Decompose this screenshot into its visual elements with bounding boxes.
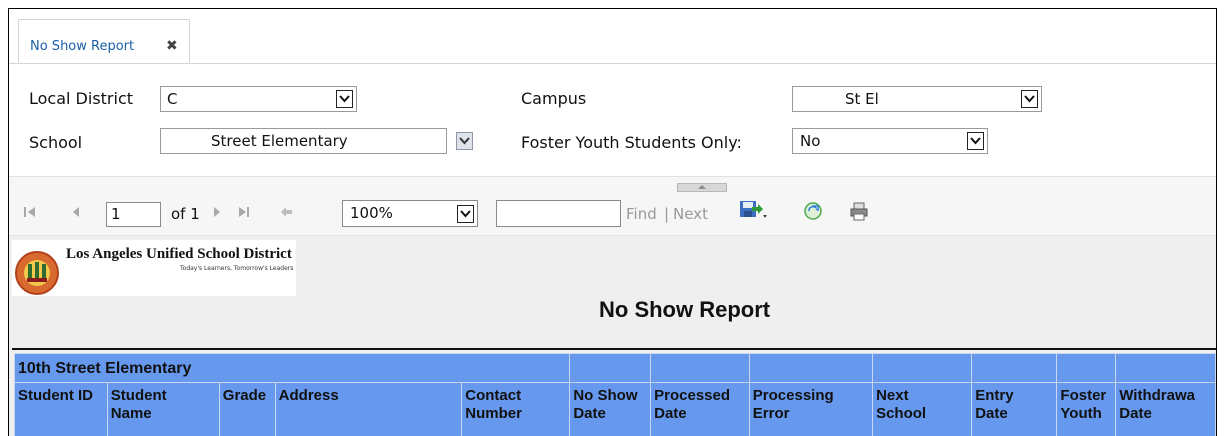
group-header-row: 10th Street Elementary bbox=[15, 354, 1216, 383]
tab-label: No Show Report bbox=[30, 39, 134, 54]
report-toolbar: 1 of 1 100% Find | Next bbox=[9, 177, 1216, 236]
local-district-select[interactable]: C bbox=[160, 86, 357, 112]
refresh-icon[interactable] bbox=[804, 202, 822, 224]
empty-cell bbox=[1116, 354, 1216, 383]
column-header-line: Foster bbox=[1060, 387, 1106, 404]
column-header-line: Date bbox=[654, 405, 687, 422]
column-header[interactable]: No ShowDate bbox=[570, 383, 651, 436]
empty-cell bbox=[972, 354, 1057, 383]
column-header-line: Youth bbox=[1060, 405, 1101, 422]
column-header[interactable]: Address bbox=[275, 383, 462, 436]
zoom-select[interactable]: 100% bbox=[342, 200, 478, 227]
campus-value: St El bbox=[845, 90, 879, 108]
tab-no-show-report[interactable]: No Show Report ✖ bbox=[18, 19, 190, 63]
column-header-line: Grade bbox=[223, 387, 266, 404]
school-select[interactable]: Street Elementary bbox=[160, 128, 447, 154]
column-header[interactable]: FosterYouth bbox=[1057, 383, 1116, 436]
column-header-line: Entry bbox=[975, 387, 1013, 404]
foster-youth-label: Foster Youth Students Only: bbox=[521, 133, 742, 152]
column-header-line: Student ID bbox=[18, 387, 93, 404]
find-text-input[interactable] bbox=[496, 200, 621, 227]
group-name: 10th Street Elementary bbox=[15, 354, 570, 383]
empty-cell bbox=[570, 354, 651, 383]
empty-cell bbox=[1057, 354, 1116, 383]
column-header[interactable]: ProcessingError bbox=[749, 383, 872, 436]
print-icon[interactable] bbox=[849, 201, 869, 225]
column-header-line: Name bbox=[111, 405, 152, 422]
school-dropdown-button[interactable] bbox=[449, 128, 475, 154]
page-count: of 1 bbox=[171, 205, 200, 223]
collapse-parameters-handle[interactable] bbox=[677, 183, 727, 192]
find-link[interactable]: Find bbox=[626, 205, 657, 223]
empty-cell bbox=[651, 354, 750, 383]
first-page-icon[interactable] bbox=[23, 205, 37, 223]
column-header[interactable]: WithdrawaDate bbox=[1116, 383, 1216, 436]
column-header-line: Number bbox=[465, 405, 522, 422]
school-value: Street Elementary bbox=[211, 132, 348, 150]
column-header[interactable]: Grade bbox=[219, 383, 275, 436]
zoom-value: 100% bbox=[350, 204, 393, 222]
column-header-line: Student bbox=[111, 387, 167, 404]
lausd-seal-icon bbox=[14, 250, 60, 296]
school-label: School bbox=[29, 133, 82, 152]
no-show-table: 10th Street Elementary Student ID Studen… bbox=[14, 353, 1216, 436]
foster-youth-select[interactable]: No bbox=[792, 128, 988, 154]
column-header-line: Next bbox=[876, 387, 909, 404]
previous-page-icon[interactable] bbox=[71, 205, 81, 223]
campus-label: Campus bbox=[521, 89, 586, 108]
column-header[interactable]: Student ID bbox=[15, 383, 108, 436]
chevron-down-icon[interactable] bbox=[336, 90, 353, 108]
next-link[interactable]: Next bbox=[673, 205, 708, 223]
column-header-line: Processing bbox=[753, 387, 834, 404]
district-name: Los Angeles Unified School District bbox=[66, 246, 292, 263]
column-header-line: Processed bbox=[654, 387, 730, 404]
local-district-label: Local District bbox=[29, 89, 133, 108]
district-tagline: Today's Learners, Tomorrow's Leaders bbox=[180, 265, 293, 272]
report-title: No Show Report bbox=[599, 297, 770, 323]
back-icon[interactable] bbox=[279, 205, 293, 223]
local-district-value: C bbox=[167, 90, 177, 108]
column-header-row: Student ID StudentName Grade Address Con… bbox=[15, 383, 1216, 436]
column-header-line: School bbox=[876, 405, 926, 422]
column-header-line: Contact bbox=[465, 387, 521, 404]
report-divider bbox=[12, 348, 1216, 350]
column-header-line: Address bbox=[279, 387, 339, 404]
column-header[interactable]: StudentName bbox=[107, 383, 219, 436]
chevron-down-icon[interactable] bbox=[457, 205, 474, 223]
column-header-line: Date bbox=[975, 405, 1008, 422]
column-header[interactable]: ProcessedDate bbox=[651, 383, 750, 436]
parameter-panel: Local District C Campus St El School Str… bbox=[9, 64, 1216, 177]
export-icon[interactable] bbox=[739, 199, 769, 225]
close-icon[interactable]: ✖ bbox=[166, 38, 178, 54]
column-header-line: Date bbox=[573, 405, 606, 422]
empty-cell bbox=[749, 354, 872, 383]
page-number-value: 1 bbox=[111, 205, 121, 223]
campus-select[interactable]: St El bbox=[792, 86, 1042, 112]
column-header-line: Withdrawa bbox=[1119, 387, 1195, 404]
empty-cell bbox=[873, 354, 972, 383]
find-separator: | bbox=[664, 205, 669, 223]
column-header-line: Error bbox=[753, 405, 790, 422]
report-body: Los Angeles Unified School District Toda… bbox=[9, 236, 1216, 436]
chevron-down-icon[interactable] bbox=[1021, 90, 1038, 108]
column-header[interactable]: EntryDate bbox=[972, 383, 1057, 436]
foster-youth-value: No bbox=[800, 132, 820, 150]
chevron-up-icon bbox=[698, 185, 706, 189]
column-header-line: Date bbox=[1119, 405, 1152, 422]
next-page-icon[interactable] bbox=[212, 205, 222, 223]
district-logo: Los Angeles Unified School District Toda… bbox=[12, 240, 296, 296]
chevron-down-icon[interactable] bbox=[456, 132, 473, 150]
tab-bar: No Show Report ✖ bbox=[9, 9, 1216, 64]
report-viewer-window: No Show Report ✖ Local District C Campus… bbox=[8, 8, 1217, 436]
last-page-icon[interactable] bbox=[237, 205, 251, 223]
column-header[interactable]: ContactNumber bbox=[462, 383, 570, 436]
page-number-input[interactable]: 1 bbox=[106, 202, 161, 227]
column-header-line: No Show bbox=[573, 387, 637, 404]
chevron-down-icon[interactable] bbox=[967, 132, 984, 150]
column-header[interactable]: NextSchool bbox=[873, 383, 972, 436]
